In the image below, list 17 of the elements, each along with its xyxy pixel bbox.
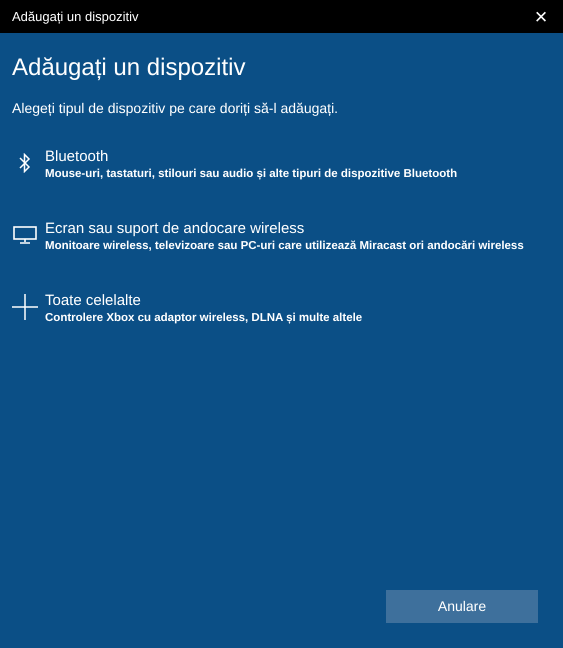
close-button[interactable]: ×: [519, 0, 563, 33]
dialog-subtitle: Alegeți tipul de dispozitiv pe care doriți să-l adăugați.: [12, 99, 340, 118]
device-option[interactable]: Toate celelalte Controlere Xbox cu adaptor wireless, DLNA și multe altele: [12, 292, 551, 326]
option-title: Toate celelalte: [45, 292, 142, 310]
bluetooth-icon: [18, 153, 30, 173]
option-title: Ecran sau suport de andocare wireless: [45, 220, 306, 238]
option-description: Mouse-uri, tastaturi, stilouri sau audio și alte tipuri de dispozitive Bluetooth: [45, 167, 458, 182]
option-description: Controlere Xbox cu adaptor wireless, DLNA și multe altele: [45, 311, 362, 326]
plus-icon: [12, 294, 38, 320]
cancel-button[interactable]: Anulare: [386, 590, 538, 623]
monitor-icon: [12, 226, 36, 244]
device-option[interactable]: Ecran sau suport de andocare wireless Monitoare wireless, televizoare sau PC-uri care utilizează Miracast ori andocări wireless: [12, 220, 551, 254]
option-title: Bluetooth: [45, 148, 110, 166]
device-option[interactable]: Bluetooth Mouse-uri, tastaturi, stilouri sau audio și alte tipuri de dispozitive Bluetooth: [12, 148, 551, 182]
window-title: Adăugați un dispozitiv: [12, 8, 138, 26]
dialog-heading: Adăugați un dispozitiv: [12, 53, 246, 83]
option-description: Monitoare wireless, televizoare sau PC-uri care utilizează Miracast ori andocări wireless: [45, 239, 524, 254]
